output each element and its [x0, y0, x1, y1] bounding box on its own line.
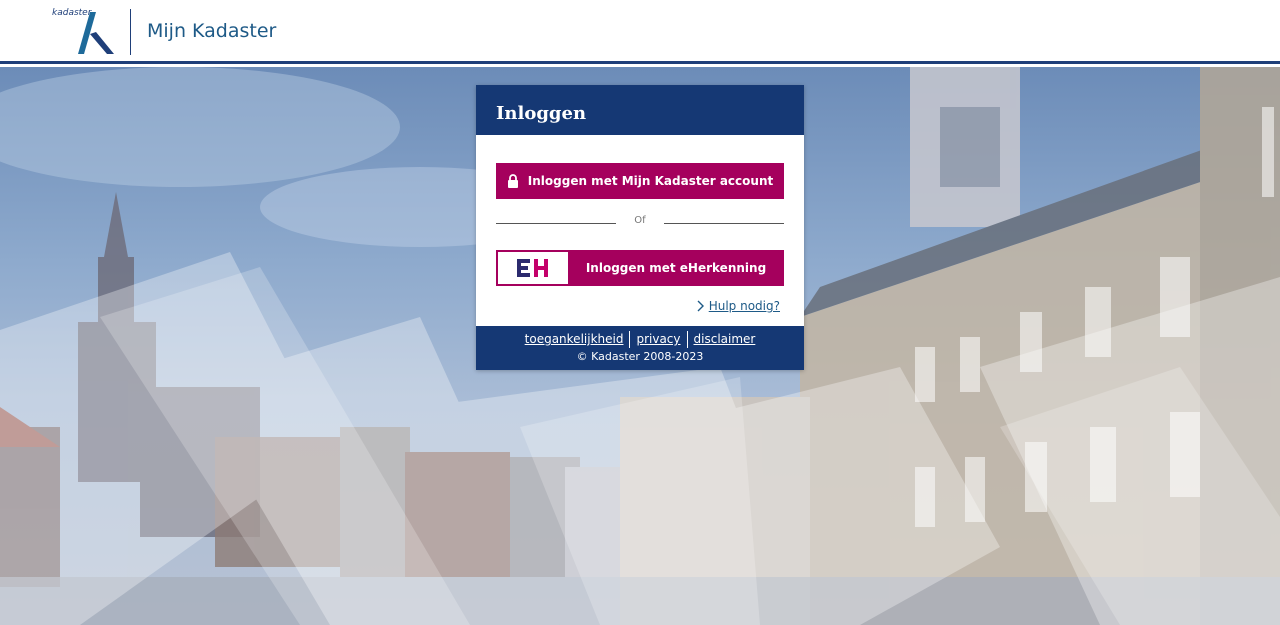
copyright-text: © Kadaster 2008-2023 [576, 350, 704, 363]
kadaster-logo[interactable]: kadaster [52, 8, 118, 58]
eherkenning-logo-icon [498, 252, 568, 284]
footer-links: toegankelijkheid privacy disclaimer [476, 331, 804, 348]
login-eherkenning-label: Inloggen met eHerkenning [585, 261, 767, 275]
card-footer: toegankelijkheid privacy disclaimer © Kada… [476, 326, 804, 370]
footer-link-privacy[interactable]: privacy [630, 332, 686, 346]
footer-link-toegankelijkheid[interactable]: toegankelijkheid [519, 332, 630, 346]
header-divider [130, 9, 131, 55]
card-title: Inloggen [496, 103, 587, 124]
lock-icon [507, 174, 518, 188]
or-text: Of [634, 215, 646, 226]
or-divider: Of [496, 215, 784, 229]
login-eherkenning-button[interactable]: Inloggen met eHerkenning [496, 250, 784, 286]
chevron-right-icon [697, 300, 704, 312]
footer-link-disclaimer[interactable]: disclaimer [688, 332, 762, 346]
kadaster-k-mark-icon [78, 12, 114, 54]
login-mijn-kadaster-button[interactable]: Inloggen met Mijn Kadaster account [496, 163, 784, 199]
help-link[interactable]: Hulp nodig? [697, 299, 780, 313]
login-mijn-kadaster-label: Inloggen met Mijn Kadaster account [527, 174, 774, 188]
help-link-label: Hulp nodig? [708, 299, 780, 313]
divider-line-right [664, 223, 784, 224]
app-title: Mijn Kadaster [147, 20, 277, 42]
top-header: kadaster Mijn Kadaster [0, 0, 1280, 64]
card-header: Inloggen [476, 85, 804, 135]
login-card: Inloggen Inloggen met Mijn Kadaster acco… [476, 85, 804, 370]
